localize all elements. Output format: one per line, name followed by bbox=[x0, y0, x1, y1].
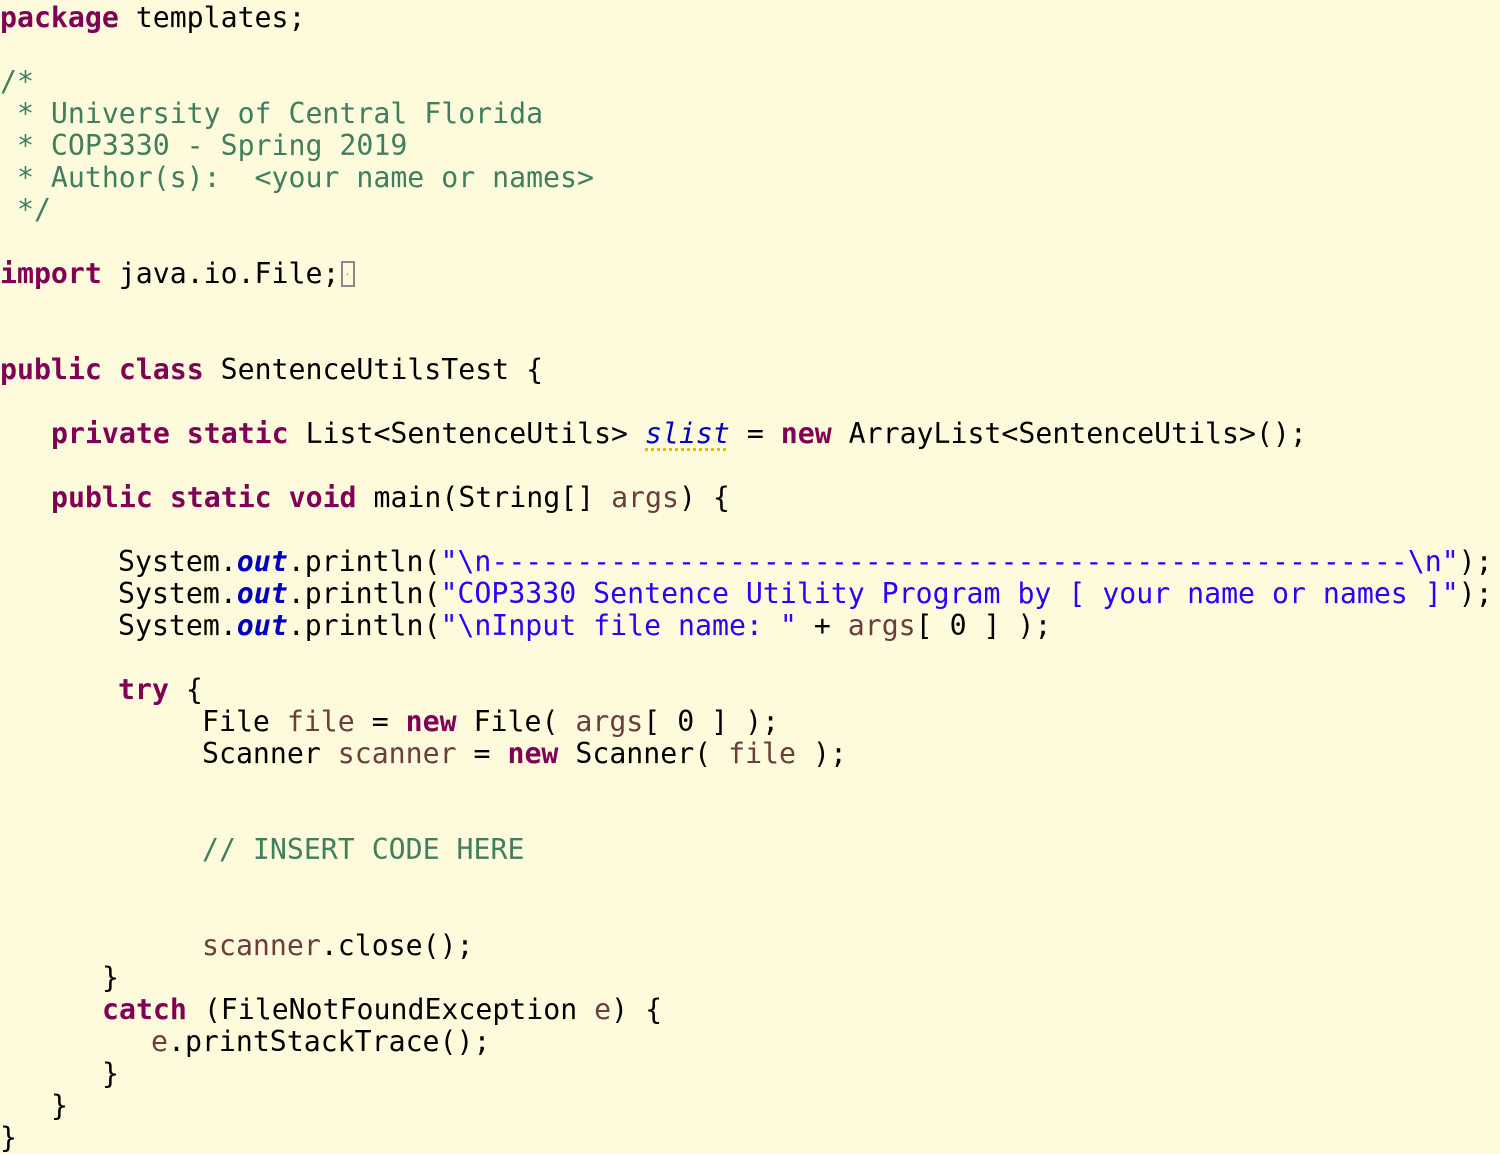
statement-end: [ 0 ] ); bbox=[915, 609, 1052, 642]
code-line-catch: catch (FileNotFoundException e) { bbox=[102, 994, 662, 1026]
brace-close-class: } bbox=[0, 1121, 17, 1154]
comment-insert-code: // INSERT CODE HERE bbox=[202, 833, 525, 866]
type-scanner: Scanner bbox=[202, 737, 338, 770]
var-args: args bbox=[575, 705, 644, 738]
code-line-class-decl: public class SentenceUtilsTest { bbox=[0, 354, 543, 386]
plus-op: + bbox=[796, 609, 848, 642]
keyword-public: public bbox=[0, 353, 102, 386]
code-line-stacktrace: e.printStackTrace(); bbox=[151, 1026, 490, 1058]
scanner-ctor: Scanner( bbox=[558, 737, 729, 770]
assign-op: = bbox=[456, 737, 508, 770]
keyword-private: private bbox=[51, 417, 170, 450]
var-e: e bbox=[151, 1025, 168, 1058]
comment-line-1: /* bbox=[0, 65, 34, 98]
string-literal: "\n-------------------------------------… bbox=[440, 545, 1459, 578]
statement-end: ); bbox=[796, 737, 847, 770]
main-signature: main(String[] bbox=[356, 481, 612, 514]
code-line-file: File file = new File( args[ 0 ] ); bbox=[202, 706, 779, 738]
code-editor[interactable]: package templates; /* * University of Ce… bbox=[0, 0, 1500, 1154]
code-line-try: try { bbox=[118, 674, 203, 706]
brace-close-catch: } bbox=[102, 1057, 119, 1090]
folded-imports-icon[interactable] bbox=[341, 257, 356, 289]
close-call: .close(); bbox=[320, 929, 474, 962]
main-open: ) { bbox=[678, 481, 730, 514]
keyword-try: try bbox=[118, 673, 169, 706]
var-e: e bbox=[594, 993, 612, 1026]
comment-line-2: * University of Central Florida bbox=[0, 97, 544, 130]
catch-exception: (FileNotFoundException bbox=[186, 993, 595, 1026]
keyword-catch: catch bbox=[102, 993, 187, 1026]
field-out: out bbox=[236, 609, 288, 642]
system-ref: System. bbox=[118, 609, 237, 642]
var-file: file bbox=[286, 705, 355, 738]
string-literal: "COP3330 Sentence Utility Program by [ y… bbox=[440, 577, 1459, 610]
system-ref: System. bbox=[118, 577, 237, 610]
string-literal: "\nInput file name: " bbox=[440, 609, 797, 642]
stacktrace-call: .printStackTrace(); bbox=[167, 1025, 491, 1058]
file-ctor: File( bbox=[456, 705, 576, 738]
code-line-main-decl: public static void main(String[] args) { bbox=[51, 482, 730, 514]
println-call: .println( bbox=[287, 609, 441, 642]
println-call: .println( bbox=[287, 545, 441, 578]
field-out: out bbox=[236, 545, 288, 578]
keyword-new: new bbox=[507, 737, 559, 770]
keyword-new: new bbox=[780, 417, 832, 450]
field-out: out bbox=[236, 577, 288, 610]
code-line-println-3: System.out.println("\nInput file name: "… bbox=[118, 610, 1051, 642]
try-open: { bbox=[168, 673, 203, 706]
code-line-scanner: Scanner scanner = new Scanner( file ); bbox=[202, 738, 847, 770]
keyword-void: void bbox=[288, 481, 357, 514]
static-field-slist[interactable]: slist bbox=[645, 417, 730, 450]
field-init: ArrayList<SentenceUtils>(); bbox=[831, 417, 1307, 450]
keyword-import: import bbox=[0, 257, 102, 290]
println-call: .println( bbox=[287, 577, 441, 610]
brace-close-main: } bbox=[51, 1089, 68, 1122]
brace-close-try: } bbox=[102, 961, 119, 994]
keyword-package: package bbox=[0, 1, 119, 34]
var-scanner: scanner bbox=[337, 737, 457, 770]
code-line-package: package templates; bbox=[0, 2, 305, 34]
var-file: file bbox=[728, 737, 796, 770]
keyword-static: static bbox=[169, 481, 272, 514]
type-file: File bbox=[202, 705, 287, 738]
comment-line-5: */ bbox=[0, 193, 51, 226]
code-line-println-1: System.out.println("\n------------------… bbox=[118, 546, 1493, 578]
catch-open: ) { bbox=[611, 993, 663, 1026]
assign-op: = bbox=[729, 417, 781, 450]
package-name: templates; bbox=[118, 1, 306, 34]
param-args: args bbox=[611, 481, 679, 514]
keyword-static: static bbox=[186, 417, 289, 450]
var-scanner: scanner bbox=[202, 929, 321, 962]
statement-end: [ 0 ] ); bbox=[643, 705, 780, 738]
keyword-class: class bbox=[118, 353, 204, 386]
comment-line-4: * Author(s): <your name or names> bbox=[0, 161, 594, 194]
comment-line-3: * COP3330 - Spring 2019 bbox=[0, 129, 408, 162]
keyword-public: public bbox=[51, 481, 153, 514]
import-name: java.io.File; bbox=[101, 257, 340, 290]
code-line-close: scanner.close(); bbox=[202, 930, 474, 962]
statement-end: ); bbox=[1458, 545, 1493, 578]
statement-end: ); bbox=[1458, 577, 1493, 610]
system-ref: System. bbox=[118, 545, 237, 578]
code-line-println-2: System.out.println("COP3330 Sentence Uti… bbox=[118, 578, 1493, 610]
var-args: args bbox=[847, 609, 916, 642]
assign-op: = bbox=[354, 705, 406, 738]
code-line-field-decl: private static List<SentenceUtils> slist… bbox=[51, 418, 1307, 450]
field-type: List<SentenceUtils> bbox=[288, 417, 645, 450]
keyword-new: new bbox=[405, 705, 457, 738]
code-line-import: import java.io.File; bbox=[0, 257, 356, 290]
class-name: SentenceUtilsTest { bbox=[203, 353, 544, 386]
